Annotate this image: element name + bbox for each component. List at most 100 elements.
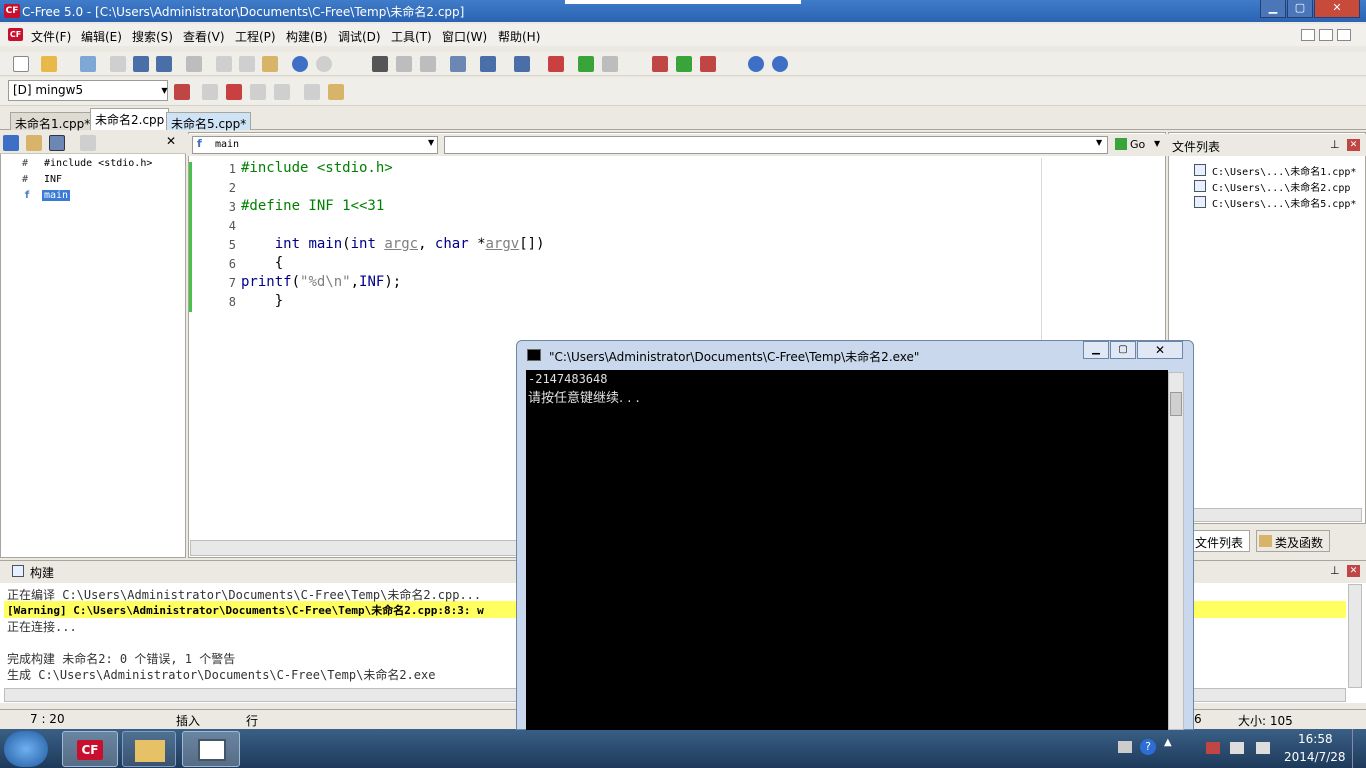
back-icon[interactable] (578, 56, 594, 72)
menu-window[interactable]: 窗口(W) (442, 28, 487, 45)
console-maximize-button[interactable]: ▢ (1110, 341, 1136, 359)
open-folder-icon[interactable] (41, 56, 57, 72)
step-into-icon[interactable] (274, 84, 290, 100)
forward-icon[interactable] (602, 56, 618, 72)
menu-search[interactable]: 搜索(S) (132, 28, 173, 45)
run-icon[interactable] (202, 84, 218, 100)
stop-icon[interactable] (226, 84, 242, 100)
close-icon[interactable]: ✕ (1347, 565, 1360, 577)
find-next-icon[interactable] (396, 56, 412, 72)
volume-icon[interactable] (1256, 742, 1270, 754)
save-icon[interactable] (133, 56, 149, 72)
chevron-down-icon[interactable]: ▼ (161, 81, 168, 100)
clean-icon[interactable] (548, 56, 564, 72)
close-icon[interactable]: ✕ (1347, 139, 1360, 151)
start-button[interactable] (4, 731, 48, 767)
clear-bookmarks-icon[interactable] (700, 56, 716, 72)
close-button[interactable]: ✕ (1314, 0, 1360, 18)
console-close-button[interactable]: ✕ (1137, 341, 1183, 359)
info-icon[interactable] (772, 56, 788, 72)
menu-project[interactable]: 工程(P) (235, 28, 276, 45)
clock-date[interactable]: 2014/7/28 (1284, 750, 1346, 764)
pin-icon[interactable]: ⊥ (1330, 138, 1340, 151)
new-file-icon[interactable] (13, 56, 29, 72)
tab-file-1[interactable]: 未命名1.cpp* (10, 112, 96, 131)
go-button[interactable]: Go ▼ (1112, 136, 1164, 154)
file-item-2[interactable]: C:\Users\...\未命名2.cpp (1212, 179, 1350, 194)
save-all-icon[interactable] (156, 56, 172, 72)
maximize-button[interactable]: ▢ (1287, 0, 1313, 18)
cut-icon[interactable] (216, 56, 232, 72)
menu-tools[interactable]: 工具(T) (391, 28, 432, 45)
open-project-icon[interactable] (80, 56, 96, 72)
console-minimize-button[interactable]: ▁ (1083, 341, 1109, 359)
copy-icon[interactable] (239, 56, 255, 72)
member-select[interactable] (444, 136, 1108, 154)
tab-file-2[interactable]: 未命名2.cpp (90, 108, 170, 130)
minimize-button[interactable]: ▁ (1260, 0, 1286, 18)
paste-icon[interactable] (262, 56, 278, 72)
close-icon[interactable]: ✕ (166, 134, 176, 148)
compile-icon[interactable] (480, 56, 496, 72)
find-prev-icon[interactable] (420, 56, 436, 72)
mdi-close-button[interactable] (1337, 29, 1351, 41)
tab-file-list[interactable]: 文件列表 (1192, 530, 1250, 552)
menu-edit[interactable]: 编辑(E) (81, 28, 122, 45)
help-icon[interactable] (748, 56, 764, 72)
console-screen[interactable] (526, 370, 1168, 730)
function-select[interactable]: main (192, 136, 438, 154)
taskbar-console[interactable] (182, 731, 240, 767)
next-bookmark-icon[interactable] (676, 56, 692, 72)
console-vscrollbar[interactable] (1168, 372, 1184, 730)
close-file-icon[interactable] (110, 56, 126, 72)
file-item-1[interactable]: C:\Users\...\未命名1.cpp* (1212, 163, 1356, 178)
undo-icon[interactable] (292, 56, 308, 72)
network-icon[interactable] (1230, 742, 1244, 754)
outline-item-include[interactable]: #include <stdio.h> (44, 158, 152, 169)
menu-view[interactable]: 查看(V) (183, 28, 225, 45)
taskbar-explorer[interactable] (122, 731, 176, 767)
find-icon[interactable] (372, 56, 388, 72)
outline-item-main[interactable]: main (42, 190, 71, 201)
build-vscrollbar[interactable] (1348, 584, 1362, 688)
cfree-icon: CF (77, 740, 103, 760)
step-over-icon[interactable] (250, 84, 266, 100)
show-desktop-button[interactable] (1352, 729, 1366, 768)
menu-debug[interactable]: 调试(D) (338, 28, 381, 45)
build-warning-line[interactable]: [Warning] C:\Users\Administrator\Documen… (7, 602, 484, 618)
file-item-3[interactable]: C:\Users\...\未命名5.cpp* (1212, 195, 1356, 210)
pin-icon[interactable]: ⊥ (1330, 564, 1340, 577)
filter-icon[interactable] (26, 135, 42, 151)
menu-build[interactable]: 构建(B) (286, 28, 328, 45)
build-icon[interactable] (514, 56, 530, 72)
menu-help[interactable]: 帮助(H) (498, 28, 540, 45)
chevron-down-icon[interactable]: ▼ (428, 138, 434, 147)
mdi-restore-button[interactable] (1319, 29, 1333, 41)
tab-file-5[interactable]: 未命名5.cpp* (166, 112, 252, 131)
replace-icon[interactable] (450, 56, 466, 72)
tree-view-icon[interactable] (49, 135, 65, 151)
file-list-hscrollbar[interactable] (1170, 508, 1362, 522)
breakpoint-icon[interactable] (304, 84, 320, 100)
outline-item-inf[interactable]: INF (44, 174, 62, 185)
tray-expand-icon[interactable]: ▲ (1164, 737, 1172, 748)
compiler-select[interactable]: [D] mingw5 (8, 80, 168, 101)
window-title: C-Free 5.0 - [C:\Users\Administrator\Doc… (22, 5, 465, 19)
print-icon[interactable] (186, 56, 202, 72)
hand-icon[interactable] (328, 84, 344, 100)
help-icon[interactable]: ? (1140, 739, 1156, 755)
list-view-icon[interactable] (80, 135, 96, 151)
menu-file[interactable]: 文件(F) (31, 28, 71, 45)
title-highlight (565, 0, 801, 4)
mdi-minimize-button[interactable] (1301, 29, 1315, 41)
chevron-down-icon[interactable]: ▼ (1096, 138, 1102, 147)
compiler-settings-icon[interactable] (174, 84, 190, 100)
sort-icon[interactable] (3, 135, 19, 151)
redo-icon[interactable] (316, 56, 332, 72)
action-center-icon[interactable] (1206, 742, 1220, 754)
clock-time[interactable]: 16:58 (1298, 732, 1333, 746)
keyboard-icon[interactable] (1118, 741, 1132, 753)
console-scroll-thumb[interactable] (1170, 392, 1182, 416)
bookmark-icon[interactable] (652, 56, 668, 72)
taskbar-cfree[interactable]: CF (62, 731, 118, 767)
